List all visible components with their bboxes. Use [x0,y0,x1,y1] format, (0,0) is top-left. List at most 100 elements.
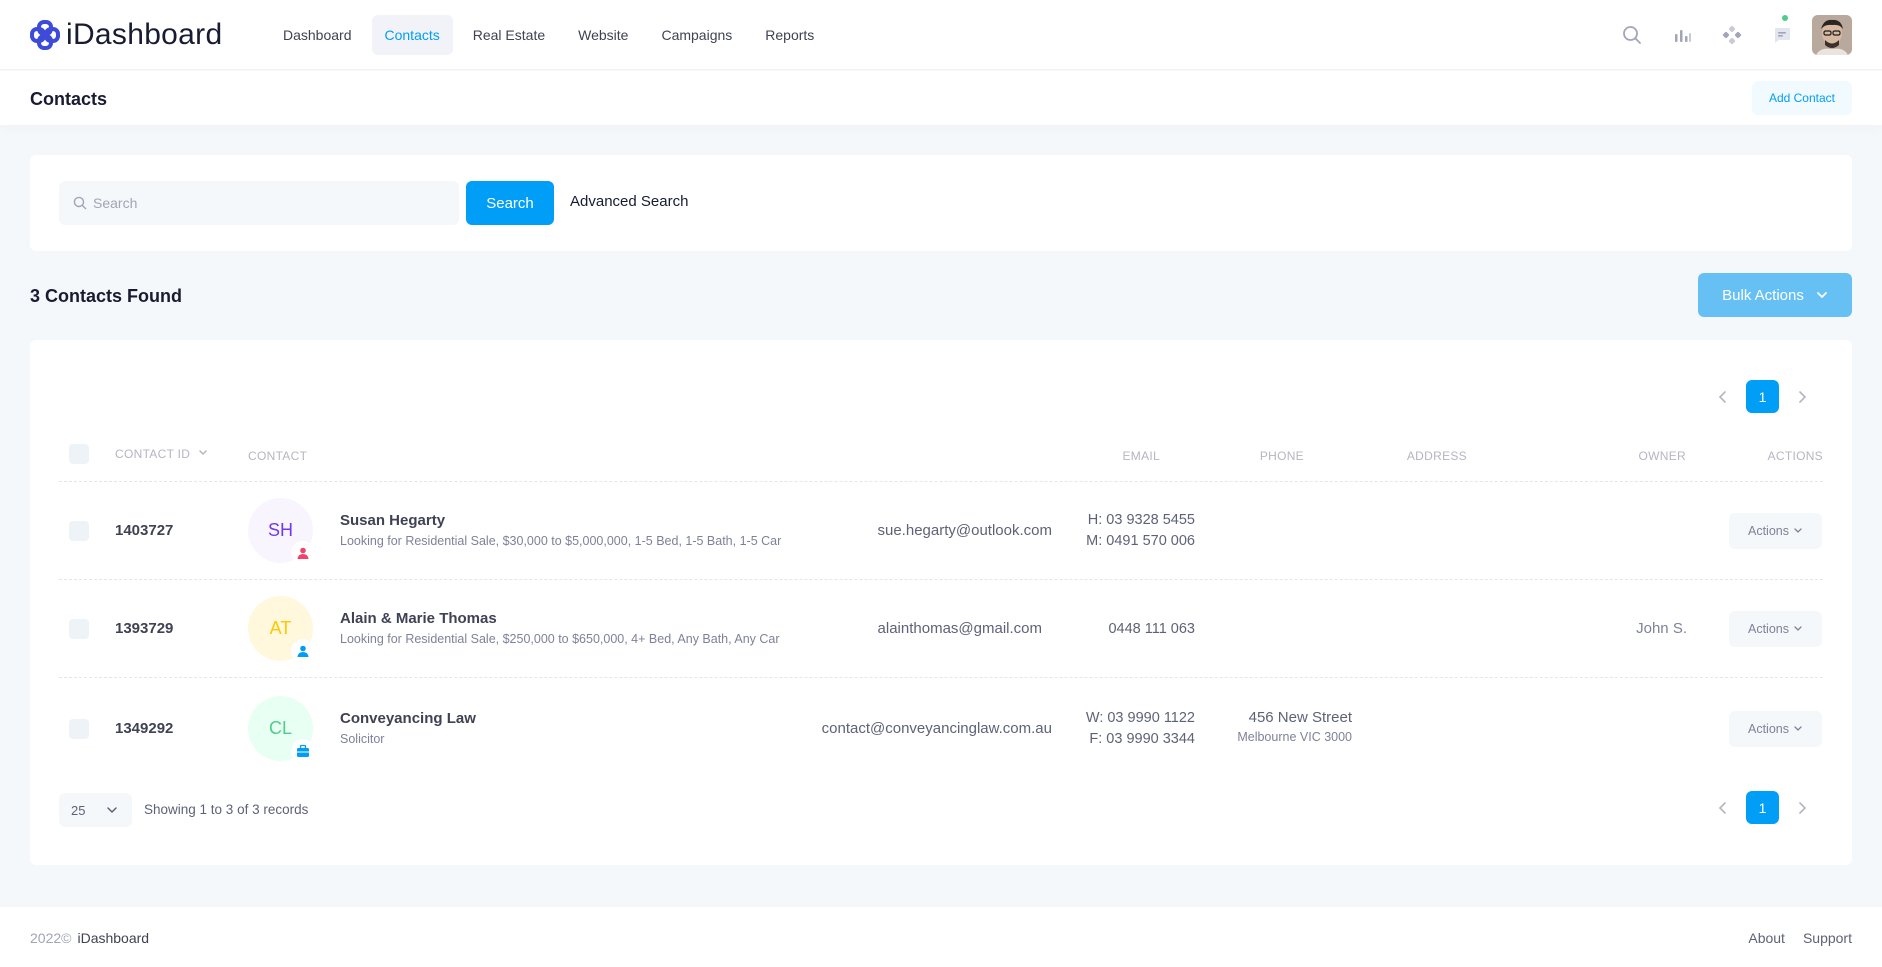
header-stats-button[interactable] [1662,15,1702,55]
phone-line-2: F: 03 9990 3344 [1089,731,1195,747]
chevron-down-icon [1816,292,1827,298]
footer-link-about[interactable]: About [1748,930,1785,946]
nav-campaigns[interactable]: Campaigns [648,15,745,55]
contact-description: Looking for Residential Sale, $30,000 to… [340,534,782,548]
contact-type-badge [291,739,315,763]
select-all-checkbox[interactable] [69,444,89,464]
advanced-search-link[interactable]: Advanced Search [570,193,688,210]
avatar-initials: SH [267,520,293,540]
user-avatar[interactable] [1812,15,1852,55]
nav-dashboard[interactable]: Dashboard [270,15,365,55]
grid-icon [1722,25,1742,45]
next-page-button[interactable] [1786,792,1818,824]
search-button[interactable]: Search [466,181,554,225]
chevron-down-icon [1794,626,1802,631]
notification-dot [1782,15,1788,21]
contact-phone: W: 03 9990 1122 F: 03 9990 3344 [1086,708,1195,750]
pagination-top: 1 [1707,380,1818,413]
copyright-year: 2022© [30,930,72,946]
contact-avatar[interactable]: AT [248,596,315,663]
contact-type-badge [291,541,315,565]
next-page-button[interactable] [1786,381,1818,413]
table-row: 1349292 CL Conveyancing Law Solicitor co… [30,678,1852,776]
page-number-button[interactable]: 1 [1746,380,1779,413]
search-card: Search Advanced Search [30,155,1852,251]
chevron-left-icon [1718,801,1726,814]
chevron-down-icon [1794,528,1802,533]
row-checkbox[interactable] [69,719,89,739]
page-number-button[interactable]: 1 [1746,791,1779,824]
page-size-value: 25 [71,802,86,818]
actions-label: Actions [1748,622,1789,636]
row-actions-button[interactable]: Actions [1729,611,1822,647]
contact-phone: 0448 111 063 [1108,619,1195,640]
contact-id: 1403727 [115,522,174,539]
prev-page-button[interactable] [1707,381,1739,413]
pagination-bottom: 1 [1707,791,1818,824]
person-icon [297,547,309,559]
phone-line-1: W: 03 9990 1122 [1085,710,1195,726]
page-title: Contacts [30,89,108,109]
page-toolbar: Contacts Add Contact [0,71,1882,125]
contact-id: 1349292 [115,720,174,737]
phone-header: PHONE [1259,449,1304,463]
actions-label: Actions [1748,524,1789,538]
header-chat-button[interactable] [1762,15,1802,55]
copyright: 2022© iDashboard [30,930,149,946]
phone-line-2: M: 0491 570 006 [1086,533,1195,549]
nav-website[interactable]: Website [565,15,641,55]
table-row: 1403727 SH Susan Hegarty Looking for Res… [30,482,1852,580]
footer-links: About Support [1730,930,1852,946]
nav-real-estate[interactable]: Real Estate [460,15,558,55]
contact-id: 1393729 [115,620,174,637]
person-icon [297,645,309,657]
row-checkbox[interactable] [69,521,89,541]
contact-email[interactable]: contact@conveyancinglaw.com.au [822,720,1052,737]
contact-description: Solicitor [340,732,385,746]
prev-page-button[interactable] [1707,792,1739,824]
contact-email[interactable]: sue.hegarty@outlook.com [878,522,1053,539]
page-footer: 2022© iDashboard About Support [0,907,1882,967]
contact-avatar[interactable]: SH [248,498,315,565]
bulk-actions-label: Bulk Actions [1722,286,1804,304]
contact-id-header-label: CONTACT ID [115,447,191,461]
row-checkbox[interactable] [69,619,89,639]
header-search-button[interactable] [1612,15,1652,55]
row-actions-button[interactable]: Actions [1729,711,1822,747]
add-contact-button[interactable]: Add Contact [1751,81,1852,115]
contact-avatar[interactable]: CL [248,696,315,763]
search-icon [1623,26,1641,44]
address-line-1: 456 New Street [1248,709,1352,726]
contacts-table-card: 1 CONTACT ID CONTACT EMAIL PHONE ADDRESS… [30,340,1852,865]
footer-brand-link[interactable]: iDashboard [77,930,149,946]
contact-email[interactable]: alainthomas@gmail.com [878,620,1042,637]
search-input[interactable] [87,181,447,225]
contact-name[interactable]: Susan Hegarty [340,512,445,529]
contact-name[interactable]: Conveyancing Law [340,710,476,727]
phone-line-1: H: 03 9328 5455 [1087,512,1195,528]
bulk-actions-button[interactable]: Bulk Actions [1698,273,1852,317]
app-name: iDashboard [66,18,223,51]
header-apps-button[interactable] [1712,15,1752,55]
contact-name[interactable]: Alain & Marie Thomas [340,610,497,627]
row-actions-button[interactable]: Actions [1729,513,1822,549]
contact-address: 456 New Street Melbourne VIC 3000 [1237,709,1352,744]
logo-icon [30,20,60,50]
nav-reports[interactable]: Reports [752,15,827,55]
top-header: iDashboard Dashboard Contacts Real Estat… [0,0,1882,70]
contact-header: CONTACT [248,449,308,463]
app-logo[interactable]: iDashboard [30,18,222,52]
contact-type-badge [291,639,315,663]
contact-phone: H: 03 9328 5455 M: 0491 570 006 [1086,510,1195,552]
email-header: EMAIL [1122,449,1160,463]
contact-id-sort-header[interactable]: CONTACT ID [115,447,208,461]
footer-link-support[interactable]: Support [1803,930,1852,946]
chat-icon [1775,28,1790,43]
search-field [59,181,459,225]
page-size-select[interactable]: 25 [59,793,132,827]
avatar-initials: CL [268,718,292,738]
nav-contacts[interactable]: Contacts [371,15,453,55]
records-info: Showing 1 to 3 of 3 records [144,802,309,817]
chevron-down-icon [107,807,117,814]
chevron-left-icon [1718,390,1726,403]
